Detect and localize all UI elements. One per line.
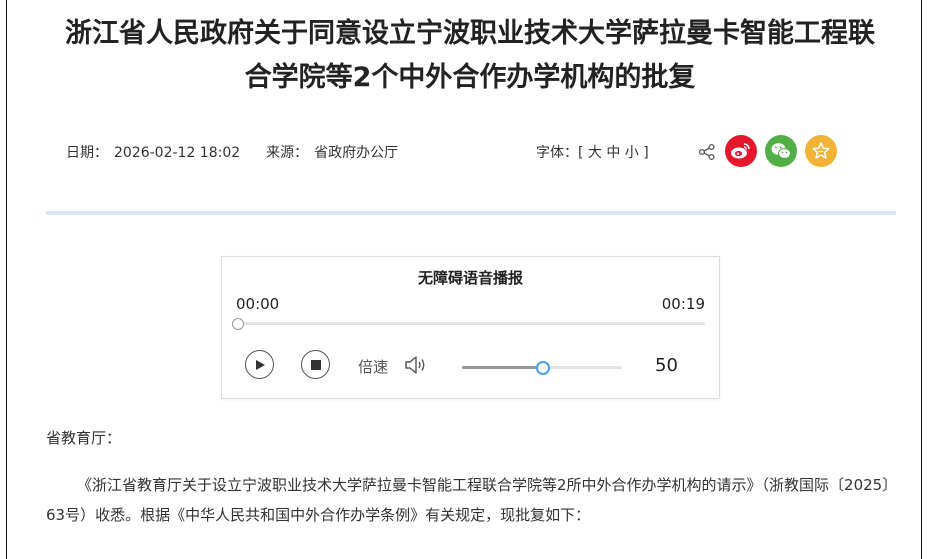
progress-track[interactable] [237,322,705,325]
article-meta: 日期： 2026-02-12 18:02 来源： 省政府办公厅 [66,142,404,162]
volume-icon[interactable] [404,354,428,376]
volume-fill [462,366,542,369]
font-size-switcher[interactable]: 字体：[ 大 中 小 ] [536,142,649,162]
wechat-share-button[interactable] [765,135,797,167]
paragraph-1: 《浙江省教育厅关于设立宁波职业技术大学萨拉曼卡智能工程联合学院等2所中外合作办学… [46,476,890,524]
progress-knob[interactable] [232,318,244,330]
stop-icon [310,359,321,370]
current-time: 00:00 [236,295,280,313]
play-icon [255,359,265,370]
play-button[interactable] [245,350,274,379]
share-icon[interactable] [698,143,716,161]
source-label: 来源： [266,145,309,161]
font-label: 字体： [536,145,578,161]
source-value: 省政府办公厅 [314,145,399,161]
player-title: 无障碍语音播报 [417,269,523,287]
font-options[interactable]: [ 大 中 小 ] [578,145,649,161]
duration: 00:19 [661,295,705,313]
weibo-icon [731,143,750,159]
volume-value: 50 [655,355,678,376]
title-line-2: 合学院等2个中外合作办学机构的批复 [244,62,696,93]
date-value: 2026-02-12 18:02 [114,145,241,161]
header-divider [46,211,896,215]
volume-knob[interactable] [536,361,550,375]
addressee: 省教育厅： [46,429,122,447]
wechat-icon [771,143,791,159]
date-label: 日期： [66,145,108,161]
article-title: 浙江省人民政府关于同意设立宁波职业技术大学萨拉曼卡智能工程联 合学院等2个中外合… [40,12,900,100]
weibo-share-button[interactable] [725,135,757,167]
title-line-1: 浙江省人民政府关于同意设立宁波职业技术大学萨拉曼卡智能工程联 [65,18,875,49]
speed-button[interactable]: 倍速 [358,356,388,377]
stop-button[interactable] [301,350,330,379]
audio-player: 无障碍语音播报 00:00 00:19 倍速 50 [221,256,720,399]
favorite-icon [812,142,830,159]
favorite-button[interactable] [805,135,837,167]
